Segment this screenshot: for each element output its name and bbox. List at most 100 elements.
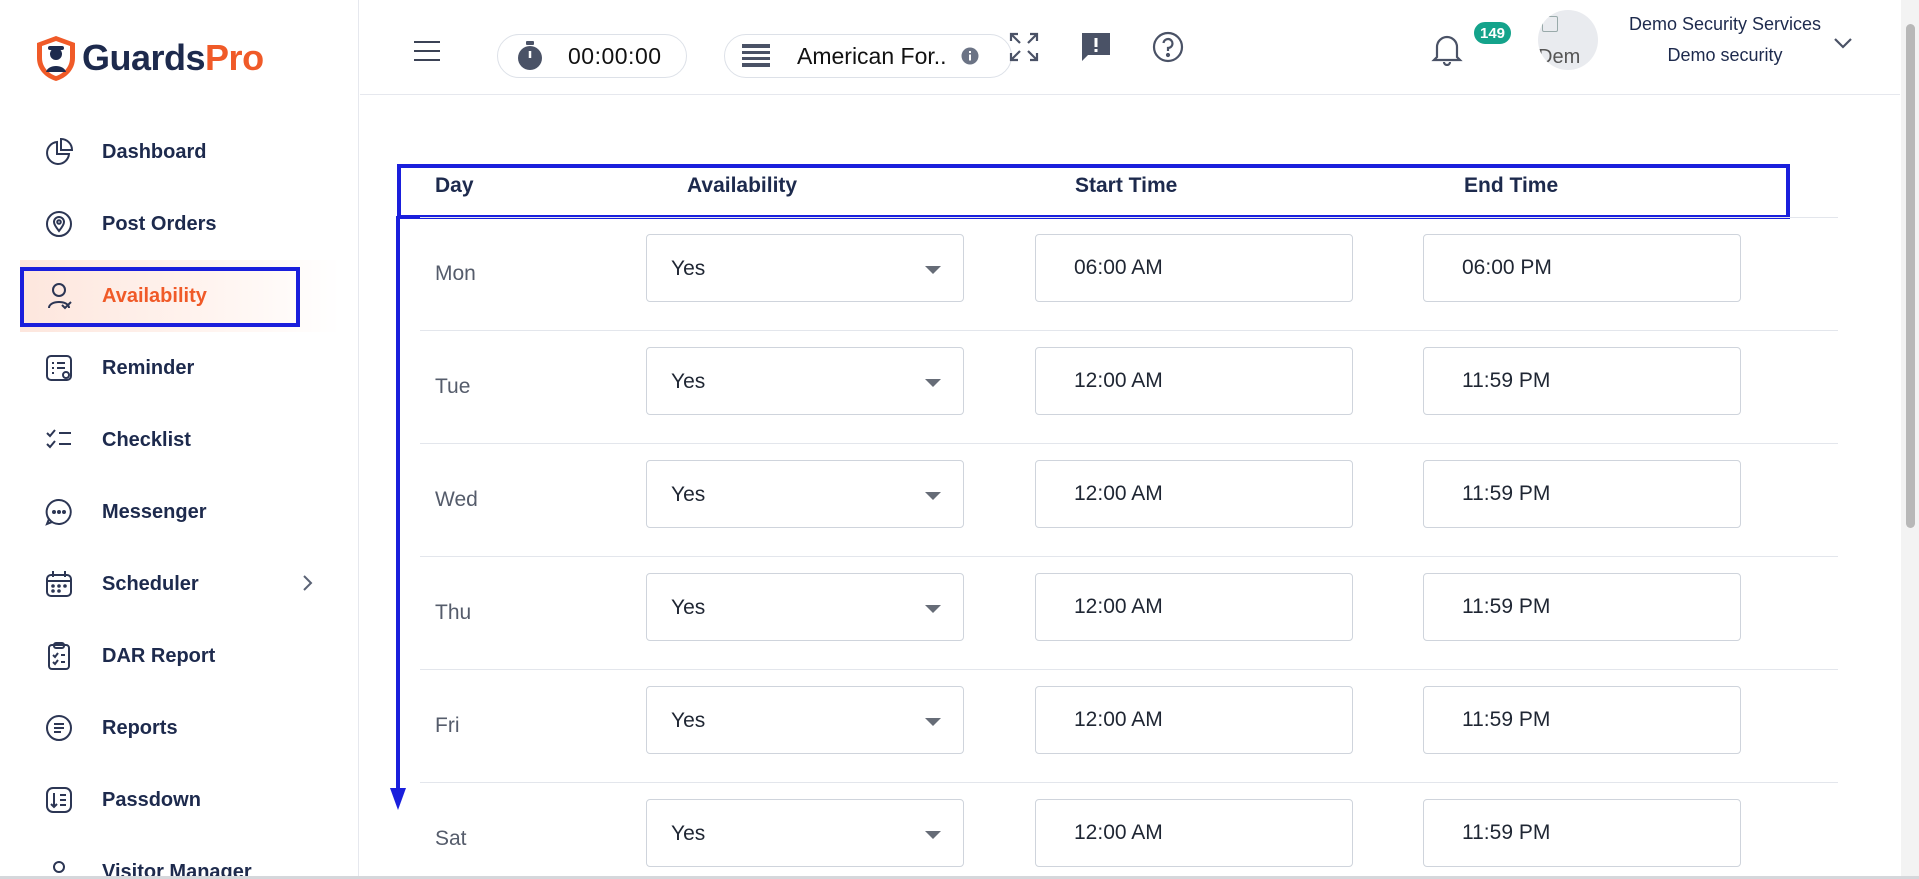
shift-timer[interactable]: 00:00:00 <box>497 34 687 78</box>
end-time-input[interactable] <box>1423 234 1741 302</box>
company-name: Demo Security Services <box>1628 14 1822 34</box>
sidebar-item-label: Post Orders <box>102 212 217 235</box>
availability-select[interactable]: Yes <box>646 573 964 641</box>
sidebar-item-post-orders[interactable]: Post Orders <box>20 188 340 260</box>
topbar: 00:00:00 American For.. 149 Dem Demo Sec… <box>360 0 1900 95</box>
day-label: Thu <box>435 601 472 624</box>
sidebar-item-label: Availability <box>102 284 207 307</box>
table-row: Tue Yes <box>420 331 1838 444</box>
end-time-input[interactable] <box>1423 799 1741 867</box>
sidebar-item-label: Scheduler <box>102 572 199 595</box>
fullscreen-button[interactable] <box>1005 28 1043 66</box>
user-info[interactable]: Demo Security Services Demo security <box>1610 14 1840 66</box>
sidebar-item-dar-report[interactable]: DAR Report <box>20 620 340 692</box>
logo[interactable]: GuardsPro <box>34 34 264 82</box>
availability-select[interactable]: Yes <box>646 234 964 302</box>
help-button[interactable] <box>1149 28 1187 66</box>
availability-value: Yes <box>671 822 706 845</box>
availability-value: Yes <box>671 257 706 280</box>
sidebar-item-availability[interactable]: Availability <box>20 260 340 332</box>
column-header-availability: Availability <box>687 174 798 197</box>
end-time-input[interactable] <box>1423 347 1741 415</box>
stopwatch-icon <box>518 41 542 70</box>
sidebar-item-passdown[interactable]: Passdown <box>20 764 340 836</box>
sidebar-item-label: Reports <box>102 716 178 739</box>
avatar[interactable]: Dem <box>1538 10 1598 70</box>
end-time-input[interactable] <box>1423 573 1741 641</box>
notifications-button[interactable] <box>1428 30 1466 68</box>
sidebar-item-checklist[interactable]: Checklist <box>20 404 340 476</box>
start-time-input[interactable] <box>1035 460 1353 528</box>
page-scrollbar[interactable] <box>1901 0 1919 879</box>
sidebar-item-label: Passdown <box>102 788 201 811</box>
sidebar-item-dashboard[interactable]: Dashboard <box>20 116 340 188</box>
chevron-right-icon[interactable] <box>296 572 318 594</box>
brand-name-part1: Guards <box>82 37 206 78</box>
dropdown-arrow-icon <box>925 831 941 839</box>
end-time-input[interactable] <box>1423 460 1741 528</box>
app-root: GuardsPro Dashboard Post Orders Availabi… <box>0 0 1919 879</box>
sidebar-item-label: Dashboard <box>102 140 207 163</box>
availability-value: Yes <box>671 370 706 393</box>
pie-chart-icon <box>42 135 76 169</box>
table-row: Mon Yes <box>420 218 1838 331</box>
start-time-input[interactable] <box>1035 347 1353 415</box>
guard-shield-icon <box>37 36 75 81</box>
start-time-input[interactable] <box>1035 686 1353 754</box>
day-label: Tue <box>435 375 471 398</box>
end-time-input[interactable] <box>1423 686 1741 754</box>
dropdown-arrow-icon <box>925 605 941 613</box>
sidebar-item-label: DAR Report <box>102 644 216 667</box>
dropdown-arrow-icon <box>925 492 941 500</box>
clipboard-icon <box>42 639 76 673</box>
avatar-alt-text: Dem <box>1538 46 1581 68</box>
sidebar-item-label: Checklist <box>102 428 191 451</box>
hamburger-menu-icon[interactable] <box>412 40 442 62</box>
availability-select[interactable]: Yes <box>646 799 964 867</box>
reminder-list-icon <box>42 351 76 385</box>
chat-bubble-icon <box>42 495 76 529</box>
sidebar-nav: Dashboard Post Orders Availability Remin… <box>20 116 340 879</box>
sidebar: GuardsPro Dashboard Post Orders Availabi… <box>0 0 359 879</box>
column-header-end-time: End Time <box>1464 174 1559 197</box>
start-time-input[interactable] <box>1035 573 1353 641</box>
availability-table: Day Availability Start Time End Time Mon… <box>360 96 1900 879</box>
table-row: Thu Yes <box>420 557 1838 670</box>
timer-value: 00:00:00 <box>568 42 662 69</box>
dropdown-arrow-icon <box>925 379 941 387</box>
day-label: Sat <box>435 827 467 850</box>
availability-value: Yes <box>671 483 706 506</box>
annotation-arrow <box>396 216 400 796</box>
availability-select[interactable]: Yes <box>646 686 964 754</box>
site-selector[interactable]: American For.. <box>724 34 1012 78</box>
brand-name-part2: Pro <box>205 37 264 78</box>
availability-select[interactable]: Yes <box>646 460 964 528</box>
dropdown-arrow-icon <box>925 266 941 274</box>
help-icon <box>1152 31 1184 63</box>
site-name: American For.. <box>797 42 947 69</box>
annotation-arrow-head <box>390 788 406 810</box>
info-icon[interactable] <box>961 47 979 65</box>
start-time-input[interactable] <box>1035 234 1353 302</box>
feedback-button[interactable] <box>1077 28 1115 66</box>
sidebar-item-scheduler[interactable]: Scheduler <box>20 548 340 620</box>
sidebar-item-reports[interactable]: Reports <box>20 692 340 764</box>
sidebar-item-visitor-manager[interactable]: Visitor Manager <box>20 836 340 879</box>
sidebar-item-messenger[interactable]: Messenger <box>20 476 340 548</box>
day-label: Mon <box>435 262 476 285</box>
scrollbar-thumb[interactable] <box>1906 24 1915 528</box>
table-row: Sat Yes <box>420 783 1838 879</box>
location-pin-icon <box>42 207 76 241</box>
user-check-icon <box>42 279 76 313</box>
sidebar-item-reminder[interactable]: Reminder <box>20 332 340 404</box>
feedback-icon <box>1082 33 1110 61</box>
notification-count-badge: 149 <box>1472 20 1514 46</box>
day-label: Fri <box>435 714 460 737</box>
user-role: Demo security <box>1667 45 1783 65</box>
availability-select[interactable]: Yes <box>646 347 964 415</box>
chevron-down-icon[interactable] <box>1832 36 1854 50</box>
list-icon <box>742 44 770 67</box>
day-label: Wed <box>435 488 478 511</box>
column-header-day: Day <box>435 174 474 197</box>
start-time-input[interactable] <box>1035 799 1353 867</box>
